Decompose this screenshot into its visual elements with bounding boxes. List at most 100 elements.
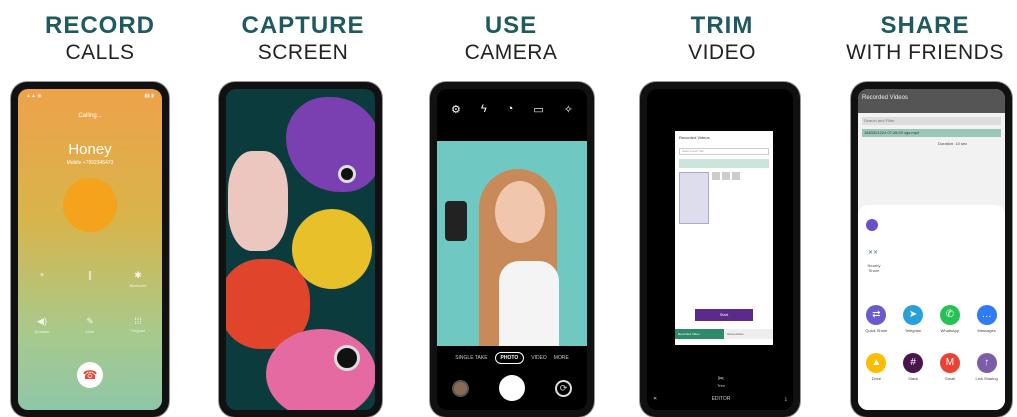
feature-subtitle: CAMERA	[464, 41, 558, 64]
purple-shape	[286, 97, 375, 192]
flash-icon[interactable]: ϟ	[481, 103, 487, 116]
share-targets: ⇄ Quick Share ➤ Telegram ✆ WhatsApp … Messag…	[858, 305, 1005, 381]
phone-in-hand	[445, 201, 467, 241]
editor-panel: Recorded Videos Search and Trim Start Re…	[675, 131, 773, 345]
phone-call: ▲▲ ◉ ▮▮ ▮ Calling... Honey Mobile +799234…	[11, 82, 169, 417]
call-screen: ▲▲ ◉ ▮▮ ▮ Calling... Honey Mobile +799234…	[18, 89, 162, 410]
status-bar: ▲▲ ◉ ▮▮ ▮	[26, 93, 154, 99]
phone-capture	[219, 82, 382, 417]
share-target-messages[interactable]: … Messages	[968, 305, 1005, 333]
phone-camera: ⚙ ϟ ◔ ▭ ✧ SINGLE TAKE PHOTO VIDEO MORE ⟳	[430, 82, 594, 417]
phone-share: Recorded Videos Search and Filter 168332…	[851, 82, 1012, 417]
nearby-share-label: Nearby Share	[867, 263, 881, 273]
add-call-icon: +	[39, 270, 45, 280]
slack-icon: #	[903, 353, 924, 373]
shape-eye	[338, 165, 356, 183]
search-input[interactable]: Search and Filter	[862, 117, 1001, 125]
share-target-gmail[interactable]: M Gmail	[932, 353, 969, 381]
duration: Duration: 10 sec	[938, 141, 968, 146]
share-screen: Recorded Videos Search and Filter 168332…	[858, 89, 1005, 410]
scissors-icon: ✂	[717, 374, 725, 383]
hold-button[interactable]: ∥	[66, 270, 114, 288]
trim-tool[interactable]: ✂ Trim	[717, 374, 725, 388]
save-icon[interactable]: ⤓	[785, 396, 787, 402]
camera-viewfinder	[437, 141, 587, 346]
person-face	[495, 181, 545, 243]
feature-subtitle: WITH FRIENDS	[846, 41, 1004, 64]
speaker-icon: ◀)	[37, 316, 47, 326]
editor-label: EDITOR	[711, 396, 731, 402]
mute-button[interactable]: ✎ Mute	[66, 316, 114, 334]
gallery-thumbnail[interactable]	[452, 379, 469, 397]
switch-camera-button[interactable]: ⟳	[555, 379, 572, 397]
switch-camera-icon: ⟳	[559, 382, 568, 393]
close-icon[interactable]: ✕	[653, 396, 657, 402]
gmail-icon: M	[939, 353, 960, 373]
app-header: Recorded Videos	[858, 89, 1005, 113]
mode-single-take[interactable]: SINGLE TAKE	[455, 355, 487, 361]
mode-photo[interactable]: PHOTO	[494, 352, 525, 364]
pink-shape	[228, 151, 288, 251]
feature-title: TRIM	[690, 12, 754, 39]
share-target-link-sharing[interactable]: ↑ Link Sharing	[968, 353, 1005, 381]
contact-number: Mobile +7992346473	[66, 160, 114, 166]
shape-eye	[334, 345, 360, 371]
camera-screen: ⚙ ϟ ◔ ▭ ✧ SINGLE TAKE PHOTO VIDEO MORE ⟳	[437, 89, 587, 410]
feature-subtitle: VIDEO	[688, 41, 756, 64]
video-actions	[712, 172, 769, 182]
feature-use-camera: USE CAMERA	[411, 0, 611, 66]
editor-screen: Recorded Videos Search and Trim Start Re…	[647, 89, 793, 410]
feature-capture-screen: CAPTURE SCREEN	[203, 0, 403, 66]
phone-trim: Recorded Videos Search and Trim Start Re…	[640, 82, 800, 417]
avatar	[63, 178, 117, 232]
mode-video[interactable]: VIDEO	[531, 355, 547, 361]
ratio-icon[interactable]: ▭	[533, 103, 543, 116]
share-target-telegram[interactable]: ➤ Telegram	[895, 305, 932, 333]
bluetooth-icon: ✱	[134, 270, 142, 280]
feature-subtitle: CALLS	[65, 41, 135, 64]
timer-icon[interactable]: ◔	[507, 103, 514, 116]
feature-title: USE	[484, 12, 538, 39]
file-name[interactable]: 1683321224 07:26:09 vgs.mp4	[862, 129, 1001, 137]
share-target-quick-share[interactable]: ⇄ Quick Share	[858, 305, 895, 333]
share-sheet: ✕✕ Nearby Share ⇄ Quick Share ➤ Telegram ✆…	[858, 205, 1005, 410]
hold-icon: ∥	[87, 270, 93, 280]
feature-trim-video: TRIM VIDEO	[622, 0, 822, 66]
settings-icon[interactable]: ⚙	[451, 103, 461, 116]
feature-subtitle: SCREEN	[257, 41, 349, 64]
start-button[interactable]: Start	[695, 309, 753, 321]
search-input[interactable]: Search and Trim	[679, 148, 769, 155]
shutter-button[interactable]	[499, 375, 525, 401]
share-target-whatsapp[interactable]: ✆ WhatsApp	[932, 305, 969, 333]
share-icon[interactable]	[732, 172, 740, 180]
share-target-slack[interactable]: # Slack	[895, 353, 932, 381]
edit-icon[interactable]	[722, 172, 730, 180]
video-thumbnail[interactable]	[679, 172, 709, 224]
person-shirt	[499, 261, 559, 346]
bluetooth-button[interactable]: ✱ Bluetooth	[114, 270, 162, 288]
feature-share-with-friends: SHARE WITH FRIENDS	[833, 0, 1017, 66]
calling-status: Calling...	[78, 113, 102, 119]
mute-icon: ✎	[86, 316, 94, 326]
telegram-icon: ➤	[903, 305, 924, 325]
home-screen-wallpaper	[226, 89, 375, 410]
list-item[interactable]	[679, 159, 769, 168]
keypad-button[interactable]: ⁞⁞⁞ Keypad	[114, 316, 162, 334]
add-call-button[interactable]: +	[18, 270, 66, 288]
contact-name: Honey	[68, 141, 112, 158]
magenta-shape	[266, 329, 375, 410]
camera-toolbar: ⚙ ϟ ◔ ▭ ✧	[437, 89, 587, 116]
keypad-icon: ⁞⁞⁞	[134, 316, 142, 326]
drive-icon: ▲	[866, 353, 887, 373]
tab-recorded-video[interactable]: Recorded Video	[675, 329, 724, 339]
effects-icon[interactable]: ✧	[564, 103, 573, 116]
share-target-drive[interactable]: ▲ Drive	[858, 353, 895, 381]
end-call-button[interactable]: ☎	[77, 362, 103, 388]
nearby-share-icon[interactable]: ✕✕	[868, 249, 878, 256]
feature-title: CAPTURE	[241, 12, 365, 39]
play-icon[interactable]	[712, 172, 720, 180]
speaker-button[interactable]: ◀) Speaker	[18, 316, 66, 334]
mode-more[interactable]: MORE	[554, 355, 569, 361]
feature-title: RECORD	[44, 12, 155, 39]
tab-screenshots[interactable]: Screenshots	[724, 329, 773, 339]
